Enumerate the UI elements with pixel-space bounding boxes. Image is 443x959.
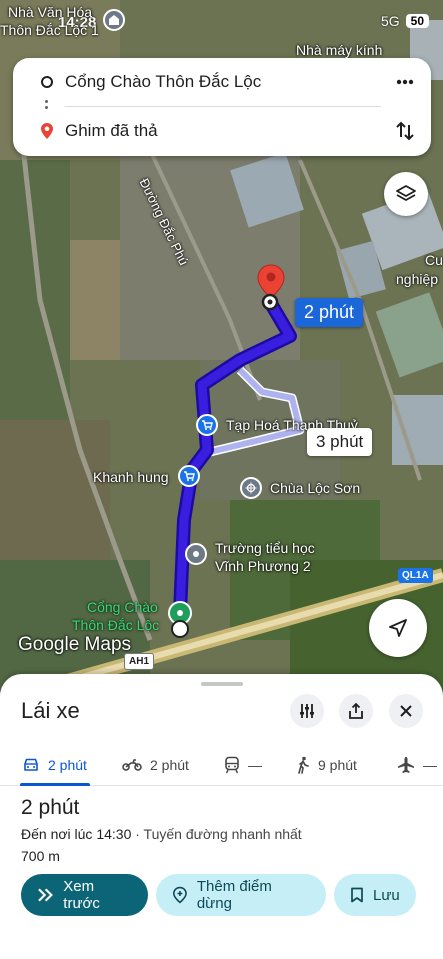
close-button[interactable] bbox=[389, 694, 423, 728]
tab-driving[interactable]: 2 phút bbox=[22, 744, 87, 786]
close-icon bbox=[400, 705, 412, 717]
tab-transit[interactable]: — bbox=[224, 744, 262, 786]
place-label-cu: Cu bbox=[425, 252, 443, 268]
more-options-button[interactable] bbox=[393, 70, 417, 94]
place-label-nghiep: nghiệp bbox=[396, 271, 439, 287]
preview-button-label: Xem trước bbox=[63, 878, 100, 912]
swap-vert-icon bbox=[396, 121, 414, 141]
map-view[interactable]: 14:28 5G 50 Nhà Văn Hóa Thôn Đắc Lộc 1 N… bbox=[0, 0, 443, 700]
add-stop-button-label: Thêm điểm dừng bbox=[196, 878, 272, 912]
layers-icon bbox=[396, 185, 416, 201]
directions-sheet: Lái xe 2 phút 2 phút — 9 phút — 2 phút Đ… bbox=[0, 674, 443, 959]
travel-mode-title: Lái xe bbox=[21, 698, 80, 723]
share-button[interactable] bbox=[339, 694, 373, 728]
destination-row[interactable]: Ghim đã thả bbox=[13, 111, 431, 151]
layers-button[interactable] bbox=[384, 172, 428, 216]
place-label-chua-loc-son[interactable]: Chùa Lộc Sơn bbox=[270, 480, 360, 496]
route-time-alternative[interactable]: 3 phút bbox=[307, 428, 373, 456]
shopping-cart-icon[interactable] bbox=[196, 414, 218, 436]
my-location-button[interactable] bbox=[369, 599, 427, 657]
location-pin-icon bbox=[41, 123, 53, 139]
route-options-button[interactable] bbox=[290, 694, 324, 728]
route-distance: 700 m bbox=[21, 848, 60, 864]
tab-flight[interactable]: — bbox=[397, 744, 437, 786]
walk-icon bbox=[298, 756, 309, 774]
share-icon bbox=[349, 702, 363, 719]
active-tab-indicator bbox=[20, 783, 90, 786]
battery-indicator: 50 bbox=[405, 14, 429, 28]
arrival-time: Đến nơi lúc 14:30 bbox=[21, 826, 132, 842]
arrival-info: Đến nơi lúc 14:30 · Tuyến đường nhanh nh… bbox=[21, 826, 302, 842]
sheet-drag-handle[interactable] bbox=[201, 682, 243, 686]
preview-button[interactable]: Xem trước bbox=[21, 874, 148, 916]
add-stop-button[interactable]: Thêm điểm dừng bbox=[156, 874, 326, 916]
transit-icon bbox=[225, 756, 239, 774]
tab-walking-label: 9 phút bbox=[318, 757, 357, 773]
destination-pin-icon[interactable] bbox=[256, 264, 286, 317]
search-divider bbox=[65, 106, 381, 107]
car-icon bbox=[24, 758, 38, 771]
tab-motorcycle-label: 2 phút bbox=[150, 757, 189, 773]
place-label-khanh-hung[interactable]: Khanh hung bbox=[93, 469, 169, 485]
destination-field[interactable]: Ghim đã thả bbox=[65, 121, 158, 141]
place-label-truong-1[interactable]: Trường tiểu học bbox=[215, 540, 315, 556]
google-maps-logo: Google Maps bbox=[18, 634, 132, 655]
place-label-truong-2[interactable]: Vĩnh Phương 2 bbox=[215, 558, 311, 574]
navigation-arrow-icon bbox=[389, 619, 407, 637]
origin-circle-icon bbox=[41, 76, 53, 88]
tab-transit-label: — bbox=[248, 757, 262, 773]
save-button[interactable]: Lưu bbox=[334, 874, 416, 916]
route-description: · Tuyến đường nhanh nhất bbox=[131, 826, 302, 842]
place-label-cong-chao-2[interactable]: Thôn Đắc Lộc bbox=[72, 617, 159, 633]
route-time-primary[interactable]: 2 phút bbox=[295, 298, 364, 327]
tab-driving-label: 2 phút bbox=[48, 757, 87, 773]
origin-row[interactable]: Cổng Chào Thôn Đắc Lộc bbox=[13, 62, 431, 102]
travel-mode-tabs: 2 phút 2 phút — 9 phút — bbox=[0, 744, 443, 786]
shopping-cart-icon[interactable] bbox=[178, 465, 200, 487]
tab-walking[interactable]: 9 phút bbox=[296, 744, 357, 786]
route-duration: 2 phút bbox=[21, 796, 80, 819]
save-button-label: Lưu bbox=[373, 886, 400, 904]
building-icon[interactable] bbox=[103, 9, 125, 31]
place-label-nha-may-kinh[interactable]: Nhà máy kính bbox=[296, 42, 382, 58]
place-label-cong-chao-1[interactable]: Cổng Chào bbox=[87, 599, 158, 615]
bookmark-icon bbox=[351, 887, 363, 903]
origin-field[interactable]: Cổng Chào Thôn Đắc Lộc bbox=[65, 72, 261, 92]
tab-motorcycle[interactable]: 2 phút bbox=[122, 744, 189, 786]
temple-icon[interactable] bbox=[240, 477, 262, 499]
directions-search-card: Cổng Chào Thôn Đắc Lộc Ghim đã thả bbox=[13, 58, 431, 156]
swap-directions-button[interactable] bbox=[393, 119, 417, 143]
add-location-icon bbox=[172, 886, 187, 904]
place-label-nha-van-hoa[interactable]: Nhà Văn Hóa bbox=[8, 4, 92, 20]
road-shield-ql1a: QL1A bbox=[398, 568, 433, 583]
motorcycle-icon bbox=[122, 759, 142, 771]
network-indicator: 5G bbox=[380, 13, 400, 29]
tab-flight-label: — bbox=[423, 757, 437, 773]
more-horiz-icon bbox=[396, 79, 414, 85]
origin-marker bbox=[171, 620, 189, 638]
double-chevron-icon bbox=[38, 888, 53, 902]
flight-icon bbox=[398, 757, 414, 773]
status-indicators: 5G 50 bbox=[381, 13, 429, 29]
place-label-nha-van-hoa-2[interactable]: Thôn Đắc Lộc 1 bbox=[0, 22, 99, 38]
tune-icon bbox=[300, 704, 314, 718]
place-pin-icon[interactable] bbox=[185, 543, 207, 565]
